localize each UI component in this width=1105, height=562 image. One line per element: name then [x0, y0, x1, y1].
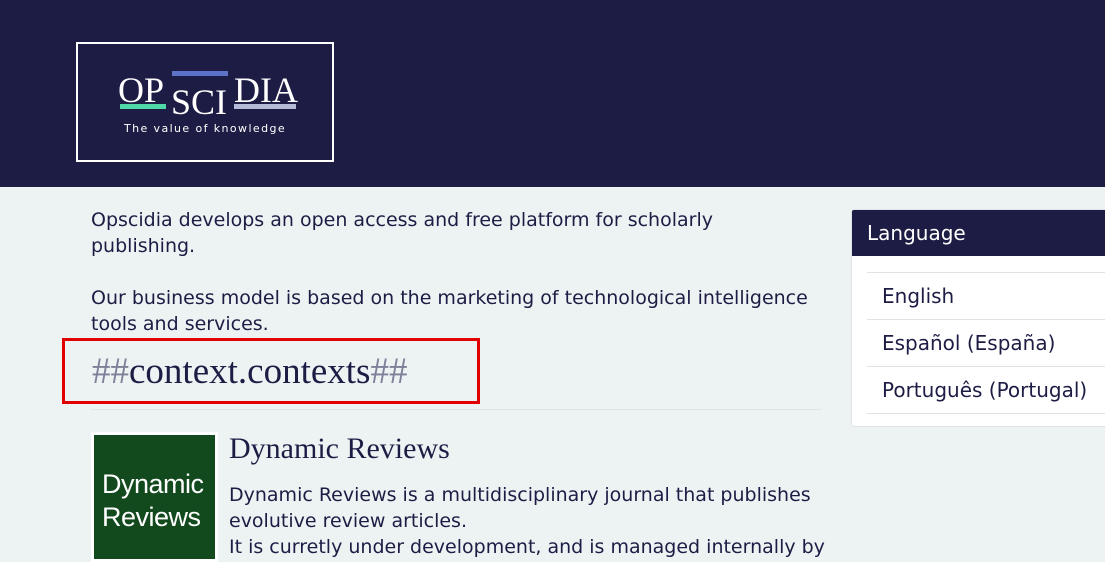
- journal-title-link[interactable]: Dynamic Reviews: [229, 430, 450, 468]
- section-divider: [91, 409, 821, 410]
- heading-suffix: ##: [370, 351, 408, 392]
- logo-word-op: OP: [118, 70, 165, 110]
- site-header: OP SCI DIA The value of knowledge: [0, 0, 1105, 187]
- journal-cover-art: Dynamic Reviews: [94, 435, 215, 559]
- intro-paragraph: Our business model is based on the marke…: [91, 287, 808, 335]
- logo-word-dia: DIA: [234, 70, 298, 110]
- journal-cover-image[interactable]: Dynamic Reviews: [91, 432, 218, 562]
- site-logo[interactable]: OP SCI DIA The value of knowledge: [76, 42, 334, 162]
- heading-text: context.contexts: [129, 351, 371, 392]
- journal-description-line: Dynamic Reviews is a multidisciplinary j…: [229, 484, 811, 532]
- intro-paragraph: Opscidia develops an open access and fre…: [91, 209, 713, 257]
- journal-description: Dynamic Reviews is a multidisciplinary j…: [229, 482, 829, 560]
- logo-word-sci: SCI: [171, 82, 228, 122]
- language-block-title: Language: [852, 210, 1105, 256]
- heading-prefix: ##: [92, 351, 129, 392]
- language-link-portuguese[interactable]: Português (Portugal): [867, 367, 1105, 414]
- intro-text: Opscidia develops an open access and fre…: [91, 207, 821, 337]
- logo-blue-bar: [172, 71, 228, 76]
- logo-wordmark: OP SCI DIA: [78, 66, 332, 120]
- language-link-english[interactable]: English: [867, 273, 1105, 320]
- cover-text-line: Dynamic: [102, 469, 204, 499]
- journal-description-line: It is curretly under development, and is…: [229, 536, 825, 558]
- context-heading: ##context.contexts##: [92, 349, 407, 395]
- language-link-spanish[interactable]: Español (España): [867, 320, 1105, 367]
- language-block: Language English Español (España) Portug…: [851, 209, 1105, 427]
- language-list: English Español (España) Português (Port…: [867, 272, 1105, 414]
- cover-text-line: Reviews: [102, 502, 201, 532]
- logo-tagline: The value of knowledge: [123, 122, 287, 135]
